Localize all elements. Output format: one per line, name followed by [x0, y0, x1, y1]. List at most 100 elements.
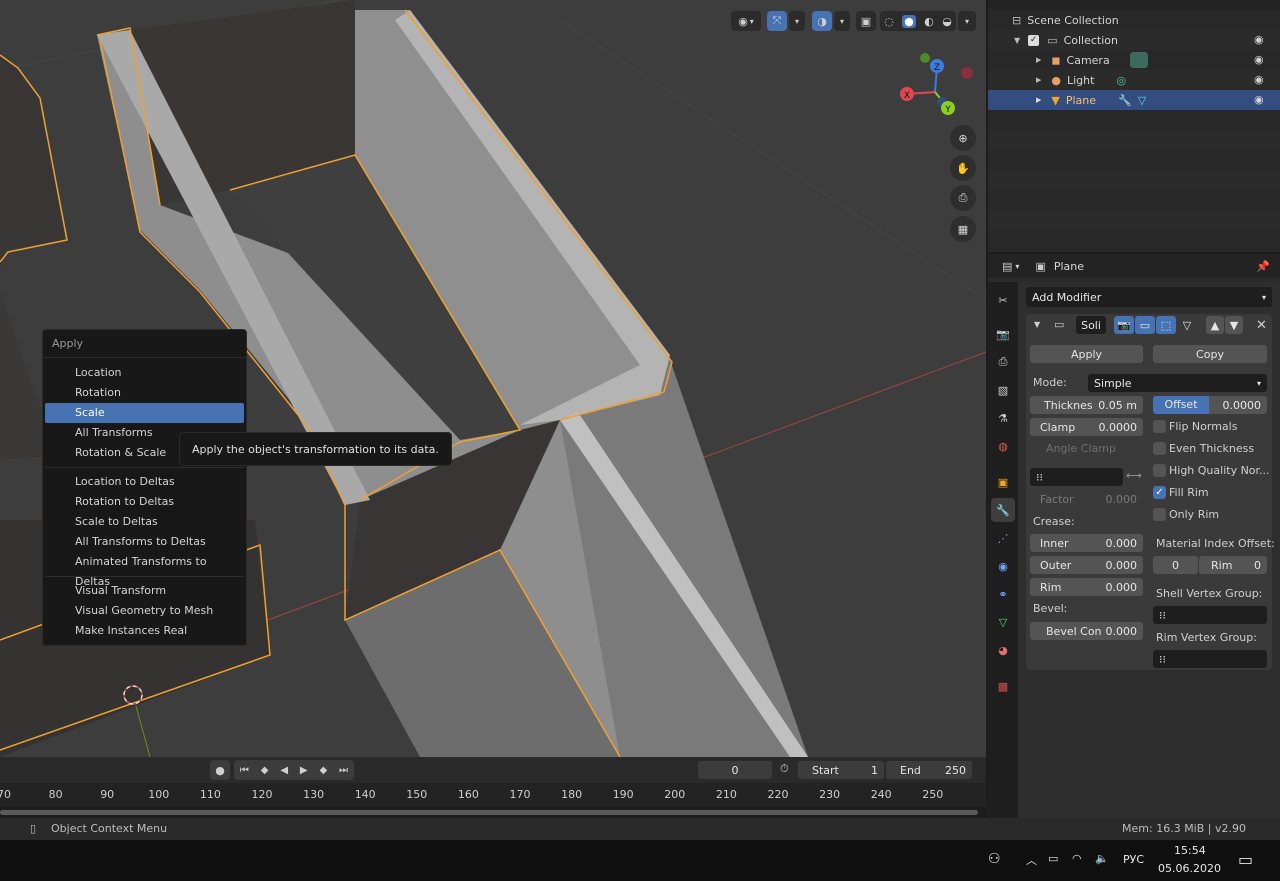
editmode-toggle[interactable]: ⬚: [1156, 316, 1176, 334]
auto-keying-button[interactable]: ●: [210, 760, 230, 780]
editor-type-icon[interactable]: ▤: [1002, 260, 1012, 273]
end-frame-field[interactable]: End 250: [886, 761, 972, 779]
stopwatch-icon[interactable]: ⏱: [780, 762, 789, 776]
overlays-toggle[interactable]: ◑: [812, 11, 832, 31]
timeline-ruler[interactable]: 70 80 90 100 110 120 130 140 150 160 170 180 190 200 2…: [0, 783, 986, 807]
camera-view-button[interactable]: ⎙: [950, 185, 976, 211]
tab-physics[interactable]: ◉: [991, 554, 1015, 578]
only-rim-checkbox[interactable]: Only Rim: [1153, 508, 1219, 521]
menu-item-animated-transforms-to-deltas[interactable]: Animated Transforms to Deltas: [45, 552, 244, 588]
outliner-row-camera[interactable]: ▶ ◼ Camera ◉: [988, 50, 1280, 70]
mode-dropdown[interactable]: Simple ▾: [1088, 374, 1267, 392]
tab-texture[interactable]: ▩: [991, 674, 1015, 698]
even-thickness-checkbox[interactable]: Even Thickness: [1153, 442, 1254, 455]
shading-modes[interactable]: ◌ ● ◐ ◒: [880, 11, 956, 31]
tab-view-layer[interactable]: ▧: [991, 378, 1015, 402]
add-modifier-dropdown[interactable]: Add Modifier ▾: [1026, 287, 1272, 307]
move-up-button[interactable]: ▲: [1206, 316, 1224, 334]
timeline[interactable]: ● ⏮ ◆ ◀ ▶ ◆ ⏭ 0 ⏱ Start 1 End 250 70 80 90…: [0, 757, 986, 818]
tab-modifiers[interactable]: 🔧: [991, 498, 1015, 522]
checkbox-box[interactable]: [1153, 508, 1166, 521]
render-toggle[interactable]: 📷: [1114, 316, 1134, 334]
clamp-field[interactable]: Clamp 0.0000: [1030, 418, 1143, 436]
prev-keyframe-icon[interactable]: ◆: [261, 765, 269, 776]
eye-icon[interactable]: ◉: [1254, 93, 1268, 107]
bevel-convex-field[interactable]: Bevel Con 0.000: [1030, 622, 1143, 640]
fill-rim-checkbox[interactable]: ✓ Fill Rim: [1153, 486, 1209, 499]
scrollbar-thumb[interactable]: [0, 810, 978, 815]
start-frame-field[interactable]: Start 1: [798, 761, 884, 779]
wireframe-icon[interactable]: ◌: [884, 15, 894, 28]
tab-output[interactable]: ⎙: [991, 350, 1015, 374]
checkbox-icon[interactable]: ✓: [1028, 34, 1040, 46]
chevron-up-icon[interactable]: ︿: [1026, 852, 1037, 868]
navigation-gizmo[interactable]: Z X Y: [895, 52, 980, 117]
wifi-icon[interactable]: ◠: [1072, 852, 1082, 865]
tab-constraints[interactable]: ⚭: [991, 582, 1015, 606]
checkbox-box[interactable]: [1153, 464, 1166, 477]
tab-world[interactable]: ◍: [991, 434, 1015, 458]
language-indicator[interactable]: РУС: [1123, 853, 1144, 866]
invert-arrows-icon[interactable]: ⟷: [1126, 469, 1142, 482]
gizmo-dropdown[interactable]: ▾: [789, 11, 805, 31]
pan-button[interactable]: ✋: [950, 155, 976, 181]
tab-object[interactable]: ▣: [991, 470, 1015, 494]
outliner[interactable]: ⊟ Scene Collection ▼ ✓ ▭ Collection ◉ ▶ …: [988, 0, 1280, 252]
thickness-field[interactable]: Thicknes 0.05 m: [1030, 396, 1143, 414]
menu-item-scale-to-deltas[interactable]: Scale to Deltas: [45, 512, 244, 532]
clock-time[interactable]: 15:54: [1174, 844, 1206, 857]
angle-clamp-checkbox[interactable]: Angle Clamp: [1030, 442, 1116, 455]
ortho-toggle-button[interactable]: ▦: [950, 216, 976, 242]
zoom-button[interactable]: ⊕: [950, 125, 976, 151]
tab-tool[interactable]: ✂: [991, 288, 1015, 312]
tab-particles[interactable]: ⋰: [991, 526, 1015, 550]
chevron-down-icon[interactable]: ▾: [1015, 262, 1019, 271]
tab-scene[interactable]: ⚗: [991, 406, 1015, 430]
apply-button[interactable]: Apply: [1030, 345, 1143, 363]
close-icon[interactable]: ✕: [1256, 318, 1267, 333]
viewport-toggle[interactable]: ▭: [1135, 316, 1155, 334]
vertex-group-field[interactable]: ⁝⁝: [1030, 468, 1123, 486]
current-frame-field[interactable]: 0: [698, 761, 772, 779]
crease-rim-field[interactable]: Rim 0.000: [1030, 578, 1143, 596]
properties-editor[interactable]: ▤ ▾ ▣ Plane 📌 ✂ 📷 ⎙ ▧ ⚗ ◍ ▣ 🔧 ⋰ ◉ ⚭ ▽ ◕ …: [988, 254, 1280, 818]
material-offset-field[interactable]: 0: [1153, 556, 1198, 574]
outliner-row-scene-collection[interactable]: ⊟ Scene Collection: [988, 10, 1280, 30]
disclosure-triangle-icon[interactable]: ▶: [1036, 76, 1041, 84]
pin-icon[interactable]: 📌: [1256, 260, 1270, 273]
playback-controls[interactable]: ⏮ ◆ ◀ ▶ ◆ ⏭: [234, 760, 354, 780]
crease-inner-field[interactable]: Inner 0.000: [1030, 534, 1143, 552]
move-down-button[interactable]: ▼: [1225, 316, 1243, 334]
collapse-triangle-icon[interactable]: ▼: [1034, 320, 1040, 329]
menu-item-make-instances-real[interactable]: Make Instances Real: [45, 621, 244, 641]
modifier-name-field[interactable]: Soli: [1076, 316, 1106, 334]
wrench-icon[interactable]: 🔧: [1118, 94, 1132, 107]
menu-item-rotation-to-deltas[interactable]: Rotation to Deltas: [45, 492, 244, 512]
menu-item-scale[interactable]: Scale: [45, 403, 244, 423]
visibility-dropdown[interactable]: ◉ ▾: [731, 11, 761, 31]
menu-item-location-to-deltas[interactable]: Location to Deltas: [45, 472, 244, 492]
eye-icon[interactable]: ◉: [1254, 33, 1268, 47]
menu-item-location[interactable]: Location: [45, 363, 244, 383]
rendered-icon[interactable]: ◒: [942, 15, 952, 28]
copy-button[interactable]: Copy: [1153, 345, 1267, 363]
cage-toggle[interactable]: ▽: [1177, 316, 1197, 334]
disclosure-triangle-icon[interactable]: ▶: [1036, 56, 1041, 64]
shell-vgroup-field[interactable]: ⁝⁝: [1153, 606, 1267, 624]
material-icon[interactable]: ◐: [924, 15, 934, 28]
disclosure-triangle-icon[interactable]: ▼: [1014, 36, 1020, 45]
mesh-data-icon[interactable]: ▽: [1138, 94, 1146, 107]
eye-icon[interactable]: ◉: [1254, 53, 1268, 67]
shading-dropdown[interactable]: ▾: [958, 11, 976, 31]
gizmo-toggle[interactable]: ⤧: [767, 11, 787, 31]
play-reverse-icon[interactable]: ◀: [280, 765, 288, 776]
crease-outer-field[interactable]: Outer 0.000: [1030, 556, 1143, 574]
xray-toggle[interactable]: ▣: [856, 11, 876, 31]
clock-date[interactable]: 05.06.2020: [1158, 862, 1221, 875]
overlays-dropdown[interactable]: ▾: [834, 11, 850, 31]
rim-vgroup-field[interactable]: ⁝⁝: [1153, 650, 1267, 668]
outliner-row-plane[interactable]: ▶ ▼ Plane 🔧 ▽ ◉: [988, 90, 1280, 110]
checkbox-box[interactable]: [1030, 442, 1043, 455]
menu-item-visual-geometry-to-mesh[interactable]: Visual Geometry to Mesh: [45, 601, 244, 621]
offset-field[interactable]: Offset 0.0000: [1153, 396, 1267, 414]
